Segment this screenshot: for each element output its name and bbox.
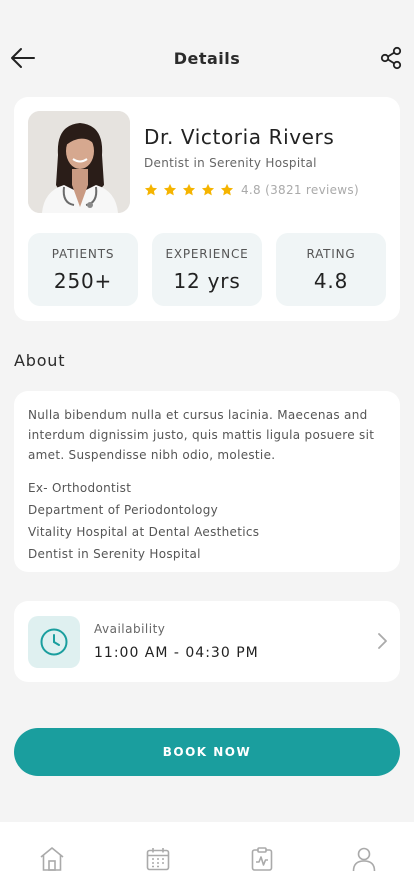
star-icon [182, 183, 196, 196]
book-now-button[interactable]: BOOK NOW [14, 728, 400, 776]
stat-value: 250+ [53, 269, 113, 293]
stat-label: RATING [306, 247, 356, 261]
doctor-profile-card: Dr. Victoria Rivers Dentist in Serenity … [14, 97, 400, 321]
rating-stars: 4.8 (3821 reviews) [144, 183, 359, 197]
star-icon [144, 183, 158, 196]
list-item: Ex- Orthodontist [28, 481, 132, 495]
page-title: Details [173, 48, 241, 68]
stat-patients: PATIENTS 250+ [28, 233, 138, 306]
stat-value: 12 yrs [173, 269, 241, 293]
star-icon [163, 183, 177, 196]
arrow-left-icon[interactable] [10, 46, 36, 70]
availability-label: Availability [94, 622, 166, 636]
home-icon[interactable] [39, 846, 65, 872]
star-icon [220, 183, 234, 196]
bottom-tab-bar [0, 822, 414, 896]
clipboard-icon[interactable] [249, 846, 275, 872]
stat-value: 4.8 [313, 269, 349, 293]
availability-card[interactable]: Availability 11:00 AM - 04:30 PM [14, 601, 400, 682]
clock-icon [40, 628, 68, 656]
about-heading: About [14, 351, 66, 370]
stat-rating: RATING 4.8 [276, 233, 386, 306]
list-item: Vitality Hospital at Dental Aesthetics [28, 525, 260, 539]
share-icon[interactable] [380, 46, 402, 70]
stat-label: PATIENTS [51, 247, 115, 261]
chevron-right-icon [378, 633, 387, 649]
about-description: Nulla bibendum nulla et cursus lacinia. … [28, 408, 375, 462]
calendar-icon[interactable] [145, 846, 171, 872]
about-list: Ex- Orthodontist Department of Periodont… [28, 477, 386, 565]
stat-experience: EXPERIENCE 12 yrs [152, 233, 262, 306]
star-icon [201, 183, 215, 196]
availability-time: 11:00 AM - 04:30 PM [94, 645, 259, 661]
clock-icon-box [28, 616, 80, 668]
list-item: Dentist in Serenity Hospital [28, 547, 201, 561]
top-bar: Details [0, 38, 414, 78]
stat-label: EXPERIENCE [165, 247, 249, 261]
doctor-name: Dr. Victoria Rivers [144, 125, 335, 149]
profile-icon[interactable] [351, 846, 377, 872]
about-card: Nulla bibendum nulla et cursus lacinia. … [14, 391, 400, 572]
doctor-photo [28, 111, 130, 213]
rating-summary: 4.8 (3821 reviews) [241, 183, 359, 197]
list-item: Department of Periodontology [28, 503, 219, 517]
doctor-role: Dentist in Serenity Hospital [144, 156, 317, 170]
